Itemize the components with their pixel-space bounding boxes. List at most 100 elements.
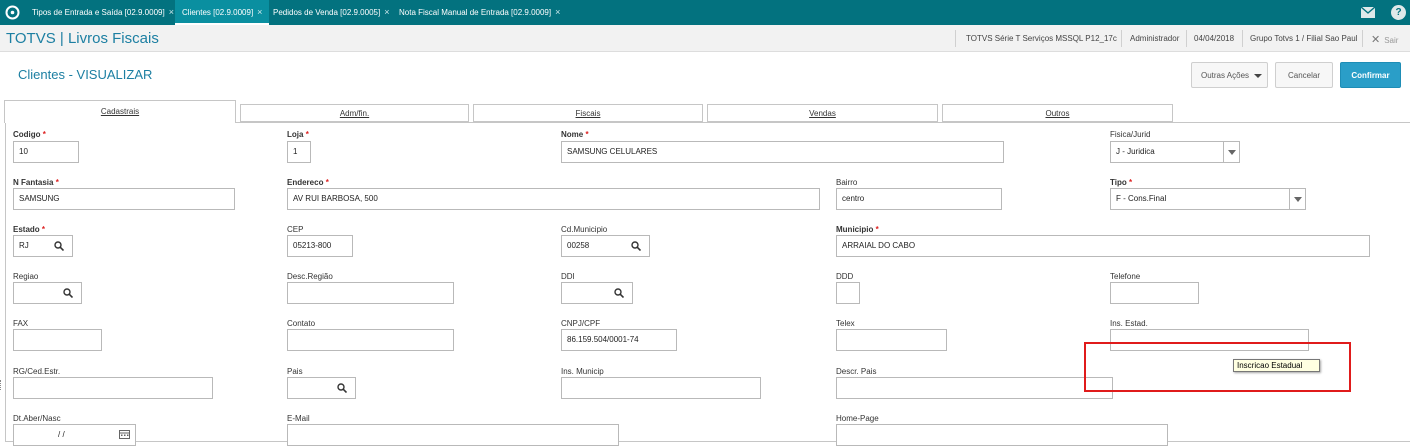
rg-ced-label: RG/Ced.Estr.	[13, 367, 61, 376]
fisica-jurid-label: Fisica/Jurid	[1110, 130, 1151, 139]
n-fantasia-field[interactable]: SAMSUNG	[13, 188, 235, 210]
tab-vendas[interactable]: Vendas	[707, 104, 938, 122]
telex-field[interactable]	[836, 329, 947, 351]
mail-icon[interactable]	[1361, 7, 1375, 18]
calendar-icon[interactable]	[119, 430, 130, 439]
estado-value: RJ	[19, 241, 29, 250]
search-icon[interactable]	[63, 288, 73, 298]
telex-label: Telex	[836, 319, 855, 328]
bairro-label: Bairro	[836, 178, 858, 187]
cnpj-cpf-field[interactable]: 86.159.504/0001-74	[561, 329, 677, 351]
totvs-logo-icon[interactable]	[4, 4, 21, 21]
app-title: TOTVS | Livros Fiscais	[6, 30, 159, 47]
cancel-button[interactable]: Cancelar	[1275, 62, 1333, 88]
tipo-select[interactable]: F - Cons.Final	[1110, 188, 1306, 210]
app-header: TOTVS | Livros Fiscais TOTVS Série T Ser…	[0, 25, 1410, 52]
tab-fiscais[interactable]: Fiscais	[473, 104, 703, 122]
desc-regiao-field[interactable]	[287, 282, 454, 304]
confirm-button[interactable]: Confirmar	[1340, 62, 1401, 88]
regiao-label: Regiao	[13, 272, 39, 281]
email-label: E-Mail	[287, 414, 310, 423]
codigo-label: Codigo *	[13, 130, 46, 139]
fax-field[interactable]	[13, 329, 102, 351]
tab-pedidos-venda[interactable]: Pedidos de Venda [02.9.0005] ×	[266, 0, 389, 25]
contato-field[interactable]	[287, 329, 454, 351]
cd-municipio-label: Cd.Municipio	[561, 225, 608, 234]
tab-outros[interactable]: Outros	[942, 104, 1173, 122]
fisica-jurid-select[interactable]: J - Juridica	[1110, 141, 1240, 163]
ddi-label: DDI	[561, 272, 575, 281]
home-page-field[interactable]	[836, 424, 1168, 446]
loja-label: Loja *	[287, 130, 309, 139]
fax-label: FAX	[13, 319, 29, 328]
divider	[1121, 30, 1122, 47]
branch-info: Grupo Totvs 1 / Filial Sao Paul	[1250, 34, 1358, 43]
logout-button[interactable]: ✕ Sair	[1371, 33, 1398, 46]
municipio-field[interactable]: ARRAIAL DO CABO	[836, 235, 1370, 257]
chevron-down-icon[interactable]	[1223, 142, 1239, 162]
tab-tipos-entrada-saida[interactable]: Tipos de Entrada e Saída [02.9.0009] ×	[25, 0, 174, 25]
tipo-value: F - Cons.Final	[1116, 194, 1167, 203]
environment-info: TOTVS Série T Serviços MSSQL P12_17c	[966, 34, 1117, 43]
contato-label: Contato	[287, 319, 316, 328]
close-icon[interactable]: ×	[257, 7, 262, 17]
close-icon: ✕	[1371, 34, 1381, 46]
tab-cadastrais[interactable]: Cadastrais	[4, 100, 236, 123]
cep-label: CEP	[287, 225, 304, 234]
email-field[interactable]	[287, 424, 619, 446]
descr-pais-field[interactable]	[836, 377, 1113, 399]
endereco-field[interactable]: AV RUI BARBOSA, 500	[287, 188, 820, 210]
codigo-field[interactable]: 10	[13, 141, 79, 163]
date-info: 04/04/2018	[1194, 34, 1235, 43]
tab-label: Tipos de Entrada e Saída [02.9.0009]	[32, 8, 165, 17]
tab-adm-fin[interactable]: Adm/fin.	[240, 104, 469, 122]
search-icon[interactable]	[614, 288, 624, 298]
cd-municipio-field[interactable]: 00258	[561, 235, 650, 257]
desc-regiao-label: Desc.Região	[287, 272, 333, 281]
divider	[955, 30, 956, 47]
ins-municip-field[interactable]	[561, 377, 761, 399]
estado-label: Estado *	[13, 225, 46, 234]
fisica-jurid-value: J - Juridica	[1116, 147, 1155, 156]
bairro-field[interactable]: centro	[836, 188, 1002, 210]
search-icon[interactable]	[631, 241, 641, 251]
tab-nota-fiscal-manual[interactable]: Nota Fiscal Manual de Entrada [02.9.0009…	[392, 0, 560, 25]
ddi-field[interactable]	[561, 282, 633, 304]
telefone-field[interactable]	[1110, 282, 1199, 304]
close-icon[interactable]: ×	[384, 7, 389, 17]
divider	[1242, 30, 1243, 47]
cnpj-cpf-label: CNPJ/CPF	[561, 319, 601, 328]
ddd-label: DDD	[836, 272, 854, 281]
close-icon[interactable]: ×	[169, 7, 174, 17]
close-icon[interactable]: ×	[555, 7, 560, 17]
municipio-label: Municipio *	[836, 225, 879, 234]
cep-field[interactable]: 05213-800	[287, 235, 353, 257]
chevron-down-icon	[1254, 74, 1262, 78]
dt-aber-value: / /	[58, 430, 65, 439]
chevron-down-icon[interactable]	[1289, 189, 1305, 209]
pais-label: Pais	[287, 367, 303, 376]
pais-field[interactable]	[287, 377, 356, 399]
page-title: Clientes - VISUALIZAR	[18, 67, 153, 82]
ins-estad-label: Ins. Estad.	[1110, 319, 1148, 328]
other-actions-button[interactable]: Outras Ações	[1191, 62, 1268, 88]
home-page-label: Home-Page	[836, 414, 879, 423]
nome-field[interactable]: SAMSUNG CELULARES	[561, 141, 1004, 163]
rg-ced-field[interactable]	[13, 377, 213, 399]
search-icon[interactable]	[54, 241, 64, 251]
n-fantasia-label: N Fantasia *	[13, 178, 59, 187]
divider	[1186, 30, 1187, 47]
regiao-field[interactable]	[13, 282, 82, 304]
help-icon[interactable]: ?	[1391, 5, 1406, 20]
telefone-label: Telefone	[1110, 272, 1141, 281]
tab-label: Clientes [02.9.0009]	[182, 8, 254, 17]
user-info: Administrador	[1130, 34, 1180, 43]
search-icon[interactable]	[337, 383, 347, 393]
tab-clientes[interactable]: Clientes [02.9.0009] ×	[175, 0, 269, 25]
dt-aber-field[interactable]: / /	[13, 424, 136, 446]
loja-field[interactable]: 1	[287, 141, 311, 163]
ddd-field[interactable]	[836, 282, 860, 304]
tooltip: Inscricao Estadual	[1233, 359, 1320, 372]
divider	[1362, 30, 1363, 47]
estado-field[interactable]: RJ	[13, 235, 73, 257]
